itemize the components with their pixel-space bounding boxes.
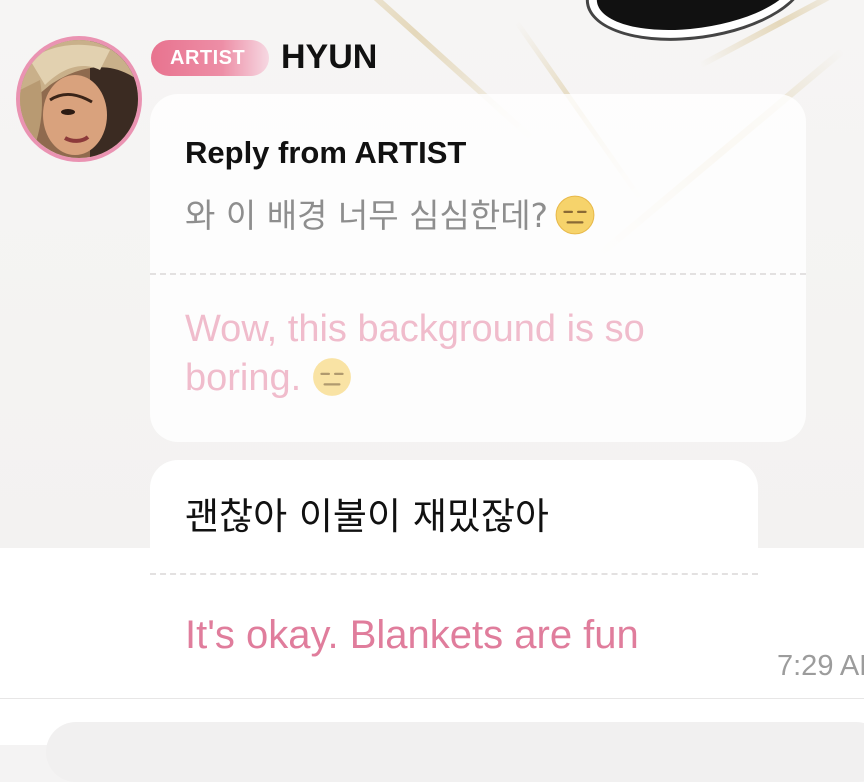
reply-original-text: 와 이 배경 너무 심심한데? <box>185 194 596 239</box>
message-input[interactable] <box>46 722 864 782</box>
reply-message-bubble[interactable]: Reply from ARTIST 와 이 배경 너무 심심한데? Wow, t… <box>150 94 806 442</box>
input-divider <box>0 698 864 699</box>
translation-divider <box>150 573 758 575</box>
reply-original-label: 와 이 배경 너무 심심한데? <box>185 196 549 235</box>
message-translation-text: It's okay. Blankets are fun <box>185 613 639 657</box>
reply-translation-label: Wow, this background is so boring. <box>185 308 645 399</box>
artist-badge: ARTIST <box>151 40 269 76</box>
message-original-text: 괜찮아 이불이 재밌잖아 <box>185 495 549 538</box>
translation-divider <box>150 273 806 275</box>
artist-photo <box>20 40 138 158</box>
expressionless-face-icon <box>313 358 352 396</box>
artist-avatar[interactable] <box>16 36 142 162</box>
reply-translation-text: Wow, this background is so boring. <box>185 305 765 403</box>
artist-message-bubble[interactable]: 괜찮아 이불이 재밌잖아 It's okay. Blankets are fun <box>150 460 758 700</box>
artist-name[interactable]: HYUN <box>281 37 377 77</box>
message-timestamp: 7:29 AM <box>777 650 864 682</box>
reply-header: Reply from ARTIST <box>185 135 467 170</box>
expressionless-face-icon <box>555 195 595 234</box>
